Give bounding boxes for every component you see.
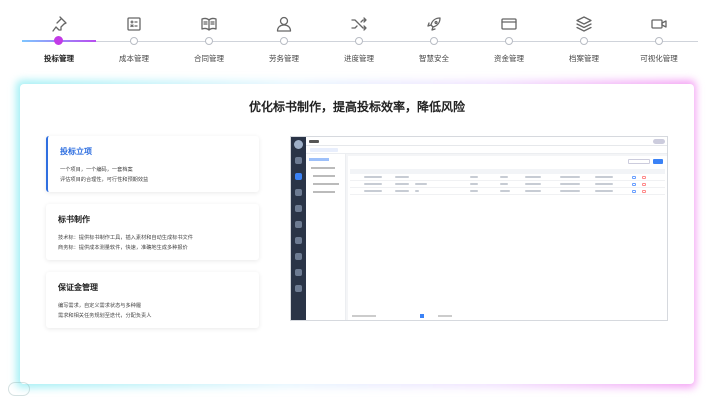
feature-line: 编写需求，自定义需求状态与多种履 <box>58 303 142 309</box>
nav-label: 劳务管理 <box>269 54 299 63</box>
video-icon <box>649 14 669 34</box>
nav-item-visualization[interactable]: 可视化管理 <box>622 0 696 70</box>
page-headline: 优化标书制作，提高投标效率，降低风险 <box>248 100 465 114</box>
screenshot-row <box>350 189 665 195</box>
nav-label: 进度管理 <box>344 54 374 63</box>
screenshot-row <box>350 182 665 188</box>
nav-item-progress[interactable]: 进度管理 <box>322 0 396 70</box>
nav-item-safety[interactable]: 智慧安全 <box>397 0 471 70</box>
nav-dot <box>54 36 63 45</box>
nav-label: 资金管理 <box>494 54 524 63</box>
feature-line: 评估项目的合理性，可行性和预期效益 <box>60 177 149 183</box>
nav-label: 投标管理 <box>44 54 74 63</box>
nav-item-cost[interactable]: 成本管理 <box>97 0 171 70</box>
page: 投标管理 成本管理 合同管理 劳务管理 进度管理 智慧安全 资金管理 档案管理 … <box>0 0 720 405</box>
content-card: 优化标书制作，提高投标效率，降低风险 投标立项 一个项目，一个编码，一套档案 评… <box>20 84 694 384</box>
screenshot-nav-icon <box>295 269 302 276</box>
feature-card-bid-project[interactable]: 投标立项 一个项目，一个编码，一套档案 评估项目的合理性，可行性和预期效益 <box>46 136 259 192</box>
book-icon <box>199 14 219 34</box>
nav-dot <box>430 37 438 45</box>
screenshot-logo <box>294 140 303 149</box>
screenshot-tree <box>306 154 346 320</box>
screenshot-nav-icon <box>295 221 302 228</box>
screenshot-nav-icon <box>295 189 302 196</box>
feature-line: 技术标：提供标书制作工具，插入素材和自动生成标书文件 <box>58 235 193 241</box>
rocket-icon <box>424 14 444 34</box>
feature-title: 保证金管理 <box>58 283 98 292</box>
nav-item-bidding[interactable]: 投标管理 <box>22 0 96 70</box>
screenshot-pagination <box>348 312 667 320</box>
calculator-icon <box>124 14 144 34</box>
shuffle-icon <box>349 14 369 34</box>
screenshot-search-box <box>628 159 650 164</box>
feature-title: 投标立项 <box>60 147 92 156</box>
feature-title: 标书制作 <box>58 215 90 224</box>
screenshot-nav-icon <box>295 173 302 180</box>
product-screenshot <box>290 136 668 321</box>
card-icon <box>499 14 519 34</box>
nav-label: 合同管理 <box>194 54 224 63</box>
watermark <box>8 379 34 399</box>
nav-dot <box>205 37 213 45</box>
screenshot-button <box>653 159 663 164</box>
nav-dot <box>280 37 288 45</box>
nav-dot <box>355 37 363 45</box>
nav-item-labor[interactable]: 劳务管理 <box>247 0 321 70</box>
person-icon <box>274 14 294 34</box>
nav-item-funds[interactable]: 资金管理 <box>472 0 546 70</box>
nav-item-archive[interactable]: 档案管理 <box>547 0 621 70</box>
feature-line: 商务标：提供成本测量软件，快速，准确地生成多种报价 <box>58 245 188 251</box>
nav-item-contract[interactable]: 合同管理 <box>172 0 246 70</box>
screenshot-tabs <box>306 146 667 154</box>
pin-icon <box>49 14 69 34</box>
module-nav: 投标管理 成本管理 合同管理 劳务管理 进度管理 智慧安全 资金管理 档案管理 … <box>22 0 698 70</box>
nav-dot <box>580 37 588 45</box>
screenshot-nav-icon <box>295 205 302 212</box>
screenshot-sidebar <box>291 137 306 320</box>
watermark-logo <box>8 382 30 396</box>
feature-line: 一个项目，一个编码，一套档案 <box>60 167 133 173</box>
screenshot-table-header <box>350 169 665 174</box>
nav-label: 成本管理 <box>119 54 149 63</box>
screenshot-nav-icon <box>295 237 302 244</box>
feature-card-deposit[interactable]: 保证金管理 编写需求，自定义需求状态与多种履 需求和相关任务规划至迭代，分配负责… <box>46 272 259 328</box>
screenshot-nav-icon <box>295 285 302 292</box>
screenshot-table-area <box>348 156 667 312</box>
screenshot-nav-icon <box>295 253 302 260</box>
feature-card-bid-document[interactable]: 标书制作 技术标：提供标书制作工具，插入素材和自动生成标书文件 商务标：提供成本… <box>46 204 259 260</box>
nav-label: 档案管理 <box>569 54 599 63</box>
nav-dot <box>130 37 138 45</box>
screenshot-nav-icon <box>295 157 302 164</box>
nav-label: 可视化管理 <box>640 54 678 63</box>
feature-line: 需求和相关任务规划至迭代，分配负责人 <box>58 313 152 319</box>
nav-dot <box>505 37 513 45</box>
layers-icon <box>574 14 594 34</box>
screenshot-topbar <box>306 137 667 146</box>
nav-dot <box>655 37 663 45</box>
nav-label: 智慧安全 <box>419 54 449 63</box>
screenshot-row <box>350 175 665 181</box>
